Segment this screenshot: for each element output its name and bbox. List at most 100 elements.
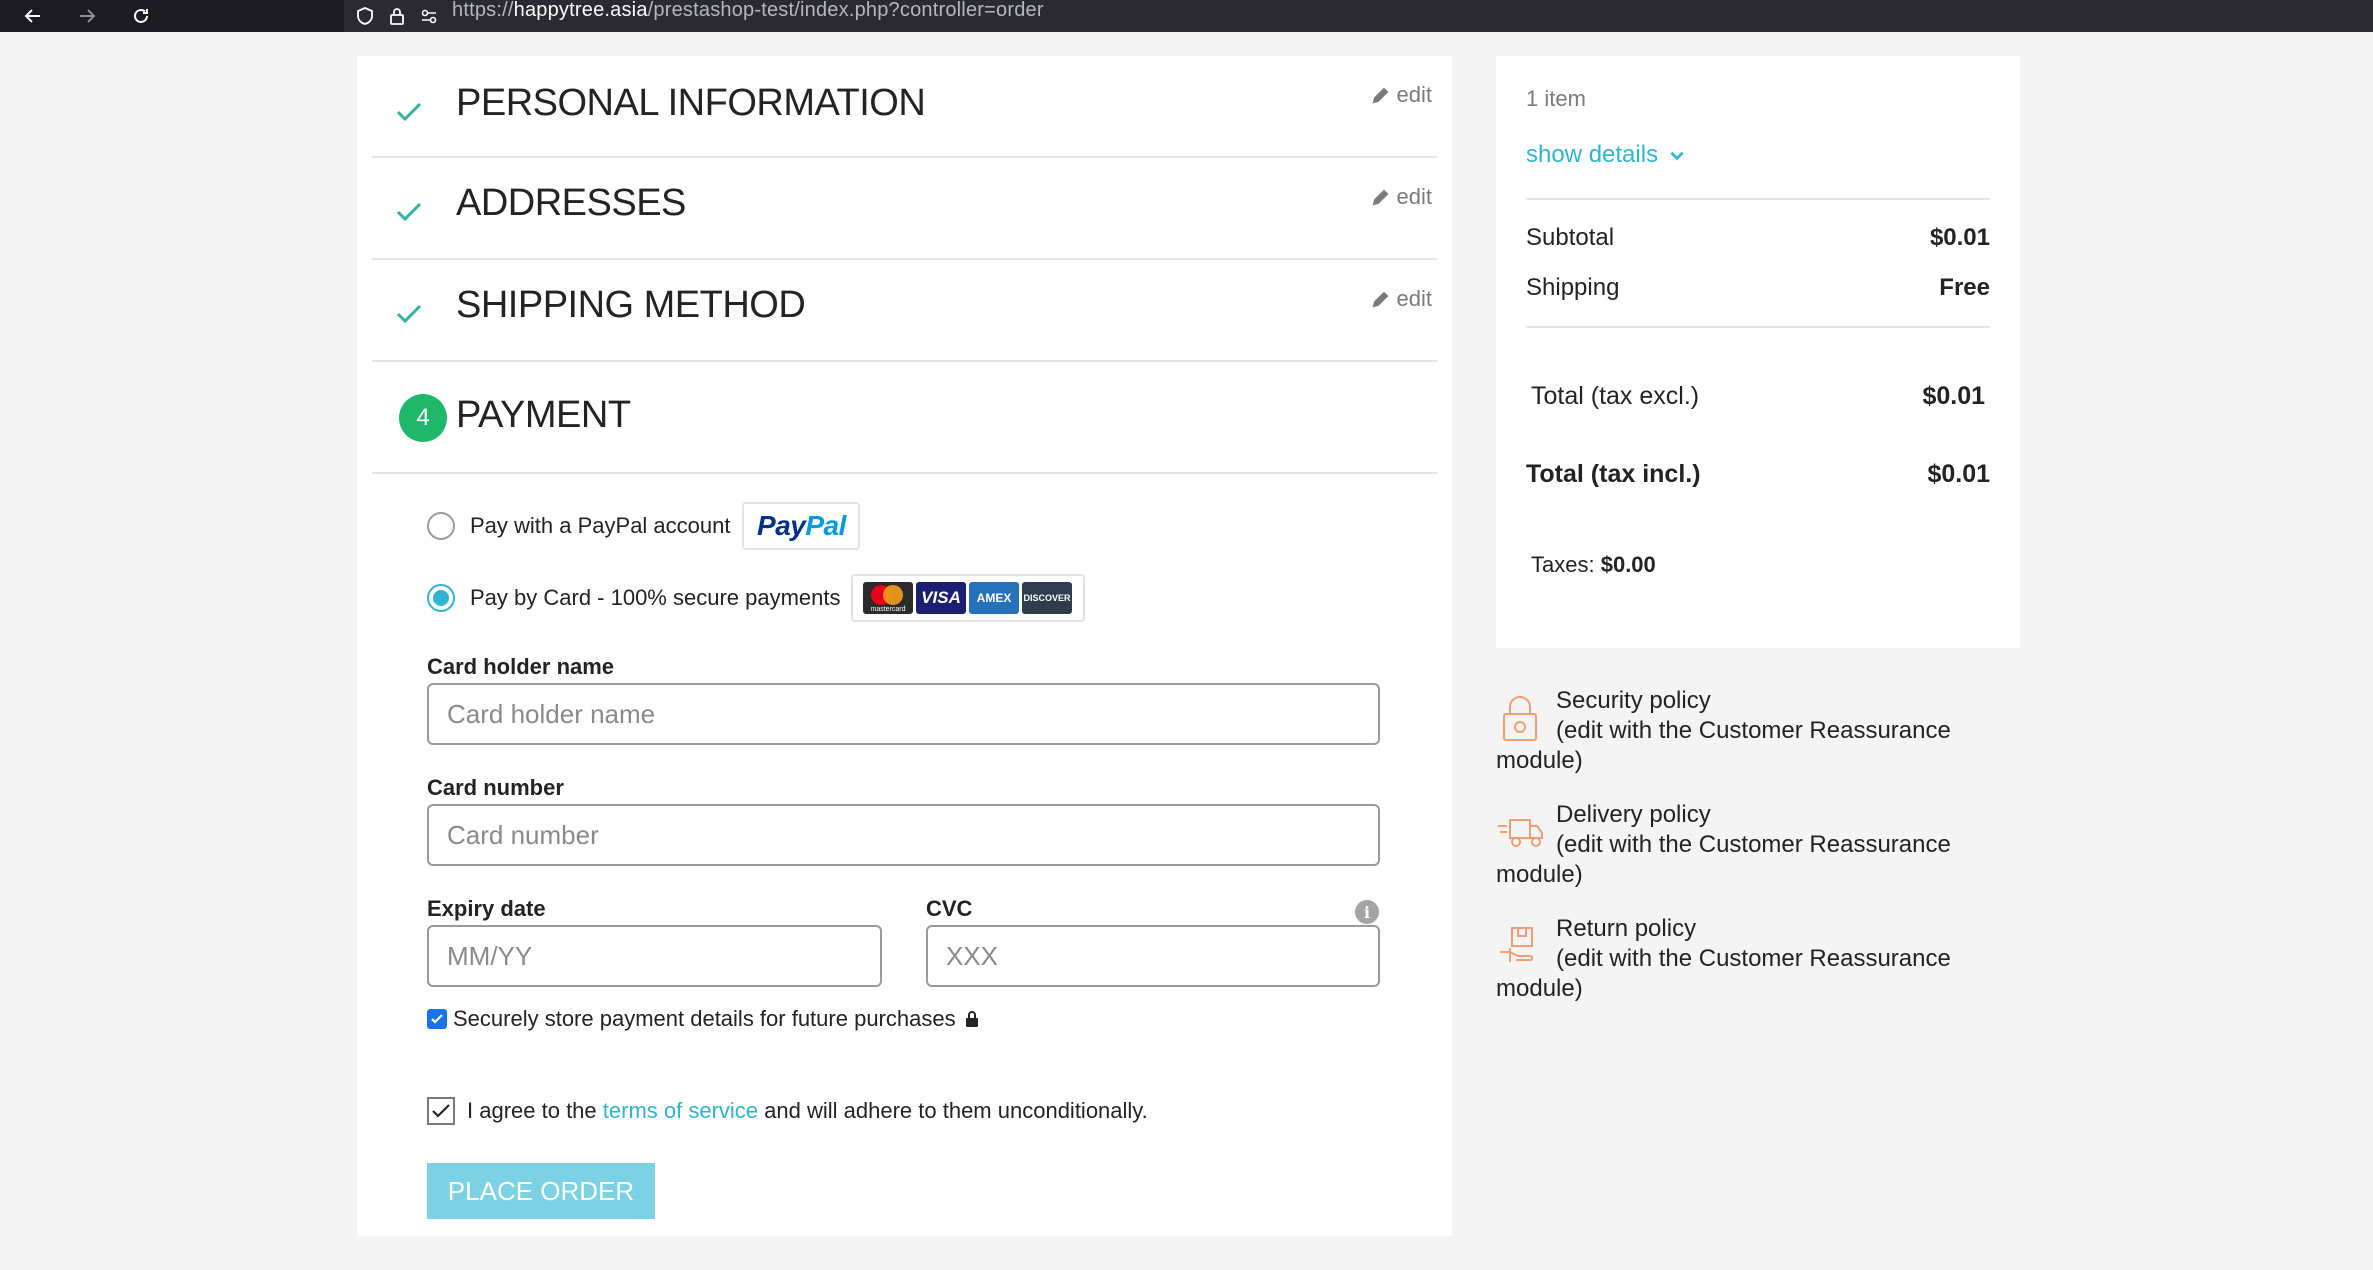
- card-holder-input[interactable]: [447, 698, 1378, 730]
- reassurance-text: (edit with the Customer Reassurance: [1556, 945, 1951, 972]
- padlock-icon: [965, 1011, 978, 1027]
- reassurance-text: (edit with the Customer Reassurance: [1556, 717, 1951, 744]
- back-arrow-icon[interactable]: [16, 0, 50, 32]
- checkmark-icon: [392, 194, 426, 228]
- lock-icon: [1496, 694, 1544, 742]
- shield-icon: [357, 7, 373, 25]
- terms-of-service-link[interactable]: terms of service: [603, 1098, 758, 1123]
- step-title: PAYMENT: [456, 394, 631, 436]
- edit-label: edit: [1396, 184, 1432, 209]
- shipping-value: Free: [1939, 274, 1990, 301]
- total-excl-value: $0.01: [1922, 382, 1985, 410]
- visa-icon: VISA: [916, 582, 967, 614]
- reassurance-title: Delivery policy: [1556, 801, 1711, 828]
- reassurance-text-end: module): [1496, 975, 1583, 1002]
- paypal-logo-pal: Pal: [805, 510, 846, 541]
- card-holder-field[interactable]: [427, 683, 1380, 745]
- taxes-value: $0.00: [1600, 552, 1656, 577]
- total-excl-label: Total (tax excl.): [1531, 382, 1700, 410]
- edit-label: edit: [1396, 286, 1432, 311]
- cvc-input[interactable]: [946, 940, 1378, 972]
- forward-arrow-icon[interactable]: [70, 0, 104, 32]
- subtotal-label: Subtotal: [1526, 224, 1615, 251]
- paypal-option-label: Pay with a PayPal account: [470, 513, 731, 538]
- store-details-label: Securely store payment details for futur…: [453, 1006, 956, 1031]
- reassurance-return: Return policy (edit with the Customer Re…: [1496, 914, 2020, 1004]
- terms-row: I agree to the terms of service and will…: [427, 1097, 1148, 1125]
- discover-icon: DISCOVER: [1022, 582, 1073, 614]
- step-number-badge: 4: [399, 394, 447, 442]
- divider: [1526, 326, 1990, 328]
- taxes-label: Taxes:: [1531, 552, 1595, 577]
- reassurance-text-end: module): [1496, 747, 1583, 774]
- expiry-date-input[interactable]: [447, 940, 880, 972]
- show-details-link[interactable]: show details: [1526, 141, 1686, 169]
- url-path: /prestashop-test/index.php?controller=or…: [647, 0, 1044, 21]
- reassurance-delivery: Delivery policy (edit with the Customer …: [1496, 800, 2020, 890]
- address-bar[interactable]: https://happytree.asia/prestashop-test/i…: [344, 0, 2373, 32]
- subtotal-value: $0.01: [1929, 224, 1990, 251]
- mastercard-text: mastercard: [870, 606, 906, 613]
- browser-toolbar: https://happytree.asia/prestashop-test/i…: [0, 0, 2373, 32]
- card-option[interactable]: Pay by Card - 100% secure payments maste…: [427, 574, 1085, 622]
- step-addresses[interactable]: ADDRESSES edit: [372, 158, 1437, 260]
- step-personal-information[interactable]: PERSONAL INFORMATION edit: [372, 56, 1437, 158]
- truck-icon: [1496, 806, 1544, 854]
- reassurance-security: Security policy (edit with the Customer …: [1496, 686, 2020, 776]
- shipping-label: Shipping: [1526, 274, 1620, 301]
- terms-prefix: I agree to the: [467, 1098, 597, 1123]
- cvc-label: CVC: [926, 896, 973, 921]
- url-text: https://happytree.asia/prestashop-test/i…: [452, 0, 1044, 22]
- lock-icon: [390, 8, 404, 25]
- card-radio[interactable]: [427, 584, 455, 612]
- place-order-button[interactable]: PLACE ORDER: [427, 1163, 655, 1219]
- card-option-label: Pay by Card - 100% secure payments: [470, 585, 841, 610]
- expiry-date-label: Expiry date: [427, 896, 546, 921]
- step-title: SHIPPING METHOD: [456, 284, 806, 326]
- paypal-option[interactable]: Pay with a PayPal account Pay Pal: [427, 502, 861, 550]
- show-details-label: show details: [1526, 141, 1659, 168]
- reassurance-text-end: module): [1496, 861, 1583, 888]
- info-icon[interactable]: i: [1355, 900, 1379, 924]
- store-details-checkbox[interactable]: [427, 1009, 447, 1029]
- pencil-icon: [1372, 189, 1388, 206]
- expiry-date-field[interactable]: [427, 925, 882, 987]
- step-title: PERSONAL INFORMATION: [456, 82, 926, 124]
- pencil-icon: [1372, 291, 1388, 308]
- total-incl-value: $0.01: [1927, 460, 1990, 488]
- terms-label: I agree to the terms of service and will…: [467, 1098, 1148, 1124]
- card-number-input[interactable]: [447, 819, 1378, 851]
- card-holder-label: Card holder name: [427, 654, 615, 679]
- paypal-logo-pay: Pay: [757, 510, 806, 541]
- paypal-radio[interactable]: [427, 512, 455, 540]
- step-shipping-method[interactable]: SHIPPING METHOD edit: [372, 260, 1437, 362]
- items-count: 1 item: [1526, 86, 1586, 111]
- reassurance-title: Return policy: [1556, 915, 1697, 942]
- total-incl-label: Total (tax incl.): [1526, 460, 1701, 488]
- url-prefix: https://: [452, 0, 514, 21]
- card-number-field[interactable]: [427, 804, 1380, 866]
- divider: [1526, 198, 1990, 200]
- checkmark-icon: [392, 296, 426, 330]
- pencil-icon: [1372, 87, 1388, 104]
- permissions-icon[interactable]: [420, 7, 438, 25]
- edit-link[interactable]: edit: [1371, 82, 1432, 108]
- card-brands: mastercard VISA AMEX DISCOVER: [850, 574, 1085, 622]
- edit-link[interactable]: edit: [1371, 184, 1432, 210]
- chevron-down-icon: [1670, 151, 1684, 161]
- terms-checkbox[interactable]: [427, 1097, 455, 1125]
- checkmark-icon: [392, 94, 426, 128]
- taxes-line: Taxes: $0.00: [1531, 552, 1656, 578]
- reassurance-text: (edit with the Customer Reassurance: [1556, 831, 1951, 858]
- cvc-field[interactable]: [926, 925, 1380, 987]
- edit-label: edit: [1396, 82, 1432, 107]
- url-host: happytree.asia: [513, 0, 648, 21]
- store-details-row[interactable]: Securely store payment details for futur…: [427, 1006, 980, 1032]
- order-summary: 1 item show details Subtotal $0.01 Shipp…: [1496, 56, 2020, 648]
- amex-icon: AMEX: [969, 582, 1020, 614]
- checkout-steps-panel: PERSONAL INFORMATION edit ADDRESSES edit…: [357, 56, 1452, 1236]
- reload-icon[interactable]: [124, 0, 158, 32]
- card-number-label: Card number: [427, 775, 564, 800]
- reassurance-title: Security policy: [1556, 687, 1711, 714]
- edit-link[interactable]: edit: [1371, 286, 1432, 312]
